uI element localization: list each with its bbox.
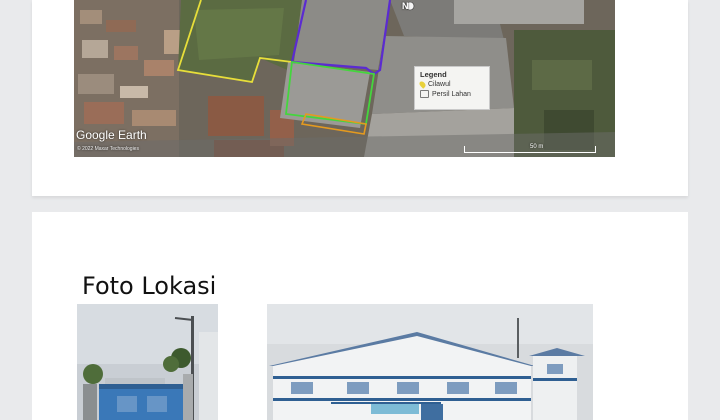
map-card: N Legend Cilawul Persil Lahan Google Ear… bbox=[32, 0, 688, 196]
warehouse-photo-graphic bbox=[267, 304, 593, 420]
legend-title: Legend bbox=[420, 70, 447, 79]
north-arrow-icon: N bbox=[402, 1, 409, 11]
google-earth-logo: Google Earth bbox=[76, 128, 147, 142]
map-credit: © 2022 Maxar Technologies bbox=[77, 146, 139, 152]
location-photo[interactable] bbox=[77, 304, 218, 420]
scale-label: 50 m bbox=[530, 144, 544, 150]
photo-card: Foto Lokasi bbox=[32, 212, 688, 420]
gate-photo-graphic bbox=[77, 304, 218, 420]
polygon-icon bbox=[420, 90, 429, 98]
legend-item: Cilawul bbox=[418, 80, 484, 89]
legend-item-label: Cilawul bbox=[428, 81, 451, 88]
location-photo[interactable] bbox=[267, 304, 593, 420]
legend-item: Persil Lahan bbox=[420, 90, 484, 98]
aerial-map-graphic bbox=[74, 0, 615, 157]
section-title: Foto Lokasi bbox=[82, 271, 217, 300]
legend-item-label: Persil Lahan bbox=[432, 90, 471, 98]
aerial-map-image[interactable]: N Legend Cilawul Persil Lahan Google Ear… bbox=[74, 0, 615, 157]
pin-icon bbox=[418, 80, 427, 89]
map-legend: Legend Cilawul Persil Lahan bbox=[414, 66, 490, 110]
